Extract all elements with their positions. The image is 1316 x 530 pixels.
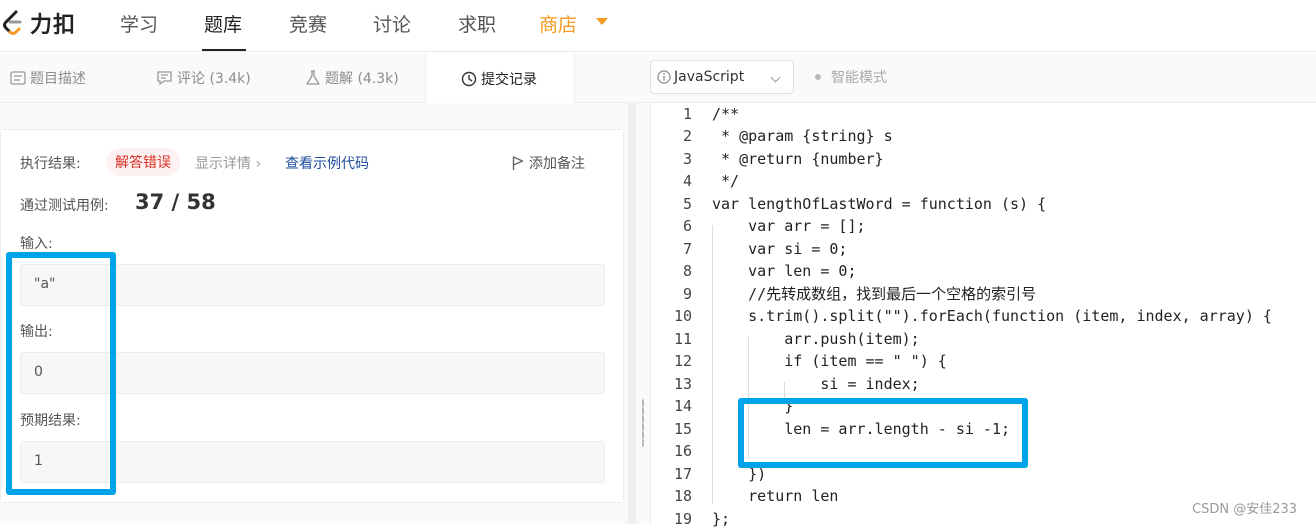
store-caret-down-icon[interactable] xyxy=(596,18,608,25)
add-note-label: 添加备注 xyxy=(529,156,585,172)
pane-splitter[interactable] xyxy=(636,103,650,524)
watermark: CSDN @安佳233 xyxy=(1192,502,1298,517)
code-line: 6 var arr = []; xyxy=(651,215,1316,237)
chevron-down-icon xyxy=(770,72,781,83)
pass-count-label: 通过测试用例: xyxy=(20,198,109,214)
line-number: 4 xyxy=(682,172,692,190)
clock-icon xyxy=(461,71,477,87)
code-line: 4 */ xyxy=(651,170,1316,192)
code-text: var si = 0; xyxy=(712,240,848,258)
code-text: * @return {number} xyxy=(712,150,884,168)
smart-mode-toggle[interactable]: 智能模式 xyxy=(815,67,887,87)
code-line: 10 s.trim().split("").forEach(function (… xyxy=(651,305,1316,327)
annotation-highlight-code xyxy=(738,398,1028,468)
show-detail-link[interactable]: 显示详情 › xyxy=(195,153,261,173)
code-text: if (item == " ") { xyxy=(712,352,947,370)
nav-store[interactable]: 商店 xyxy=(539,10,577,37)
code-line: 7 var si = 0; xyxy=(651,238,1316,260)
view-example-link[interactable]: 查看示例代码 xyxy=(285,153,369,173)
code-line: 1 /** xyxy=(651,103,1316,125)
code-line: 8 var len = 0; xyxy=(651,260,1316,282)
flag-icon xyxy=(512,155,524,170)
line-number: 11 xyxy=(673,330,692,348)
code-line: 9 //先转成数组，找到最后一个空格的索引号 xyxy=(651,283,1316,305)
chevron-right-icon: › xyxy=(255,156,262,172)
line-number: 16 xyxy=(673,442,692,460)
code-line: 5 var lengthOfLastWord = function (s) { xyxy=(651,193,1316,215)
logo-text: 力扣 xyxy=(30,13,77,38)
drag-handle-icon xyxy=(642,399,644,447)
code-text: */ xyxy=(712,172,740,190)
exec-result-label: 执行结果: xyxy=(20,156,81,172)
flask-icon xyxy=(305,70,321,86)
nav-active-underline xyxy=(202,49,246,51)
pass-count-value: 37 / 58 xyxy=(135,190,216,214)
line-number: 12 xyxy=(673,352,692,370)
code-line: 13 si = index; xyxy=(651,373,1316,395)
annotation-highlight-left xyxy=(6,252,116,495)
code-text: s.trim().split("").forEach(function (ite… xyxy=(712,307,1272,325)
code-line: 3 * @return {number} xyxy=(651,148,1316,170)
code-text: var arr = []; xyxy=(712,217,866,235)
smart-mode-label: 智能模式 xyxy=(831,70,887,86)
line-number: 3 xyxy=(682,150,692,168)
line-number: 8 xyxy=(682,262,692,280)
code-text: var lengthOfLastWord = function (s) { xyxy=(712,195,1047,213)
code-text: var len = 0; xyxy=(712,262,857,280)
code-text: /** xyxy=(712,105,740,123)
line-number: 6 xyxy=(682,217,692,235)
leetcode-logo[interactable]: 力扣 xyxy=(0,8,76,38)
language-label: JavaScript xyxy=(674,69,745,85)
status-badge: 解答错误 xyxy=(106,148,180,176)
tab-description-label: 题目描述 xyxy=(30,71,86,87)
tab-comments[interactable]: 评论 (3.4k) xyxy=(156,53,251,103)
info-icon xyxy=(657,70,671,84)
tab-comments-label: 评论 (3.4k) xyxy=(177,71,251,87)
comment-icon xyxy=(156,70,173,86)
line-number: 14 xyxy=(673,397,692,415)
smart-mode-dot-icon xyxy=(815,74,821,80)
line-number: 5 xyxy=(682,195,692,213)
tab-description[interactable]: 题目描述 xyxy=(10,53,86,103)
nav-jobs[interactable]: 求职 xyxy=(458,10,496,37)
line-number: 2 xyxy=(682,127,692,145)
show-detail-label: 显示详情 xyxy=(195,156,251,172)
code-line: 2 * @param {string} s xyxy=(651,125,1316,147)
code-text: * @param {string} s xyxy=(712,127,893,145)
tab-submissions-label: 提交记录 xyxy=(481,71,537,88)
nav-learn[interactable]: 学习 xyxy=(120,10,158,37)
line-number: 17 xyxy=(673,465,692,483)
tab-submissions[interactable]: 提交记录 xyxy=(425,53,575,104)
language-select[interactable]: JavaScript xyxy=(650,60,794,94)
line-number: 15 xyxy=(673,420,692,438)
line-number: 10 xyxy=(673,307,692,325)
code-text: }; xyxy=(712,510,731,528)
description-icon xyxy=(10,71,26,85)
add-note-button[interactable]: 添加备注 xyxy=(512,153,585,173)
line-number: 7 xyxy=(682,240,692,258)
leetcode-logo-icon xyxy=(3,10,22,35)
line-number: 1 xyxy=(682,105,692,123)
line-number: 19 xyxy=(673,510,692,528)
code-line: 11 arr.push(item); xyxy=(651,328,1316,350)
code-line: 12 if (item == " ") { xyxy=(651,350,1316,372)
nav-problems[interactable]: 题库 xyxy=(204,10,242,37)
line-number: 13 xyxy=(673,375,692,393)
code-text: //先转成数组，找到最后一个空格的索引号 xyxy=(712,285,1037,303)
tab-solutions-label: 题解 (4.3k) xyxy=(325,71,399,87)
nav-discuss[interactable]: 讨论 xyxy=(373,10,411,37)
code-text: si = index; xyxy=(712,375,920,393)
nav-contest[interactable]: 竞赛 xyxy=(289,10,327,37)
input-label: 输入: xyxy=(20,236,53,252)
top-navigation: 力扣 学习 题库 竞赛 讨论 求职 商店 xyxy=(0,0,1316,52)
code-text: arr.push(item); xyxy=(712,330,920,348)
tab-solutions[interactable]: 题解 (4.3k) xyxy=(305,53,399,103)
line-number: 18 xyxy=(673,487,692,505)
line-number: 9 xyxy=(682,285,692,303)
left-pane-scrollbar[interactable] xyxy=(628,103,636,524)
code-text: return len xyxy=(712,487,839,505)
